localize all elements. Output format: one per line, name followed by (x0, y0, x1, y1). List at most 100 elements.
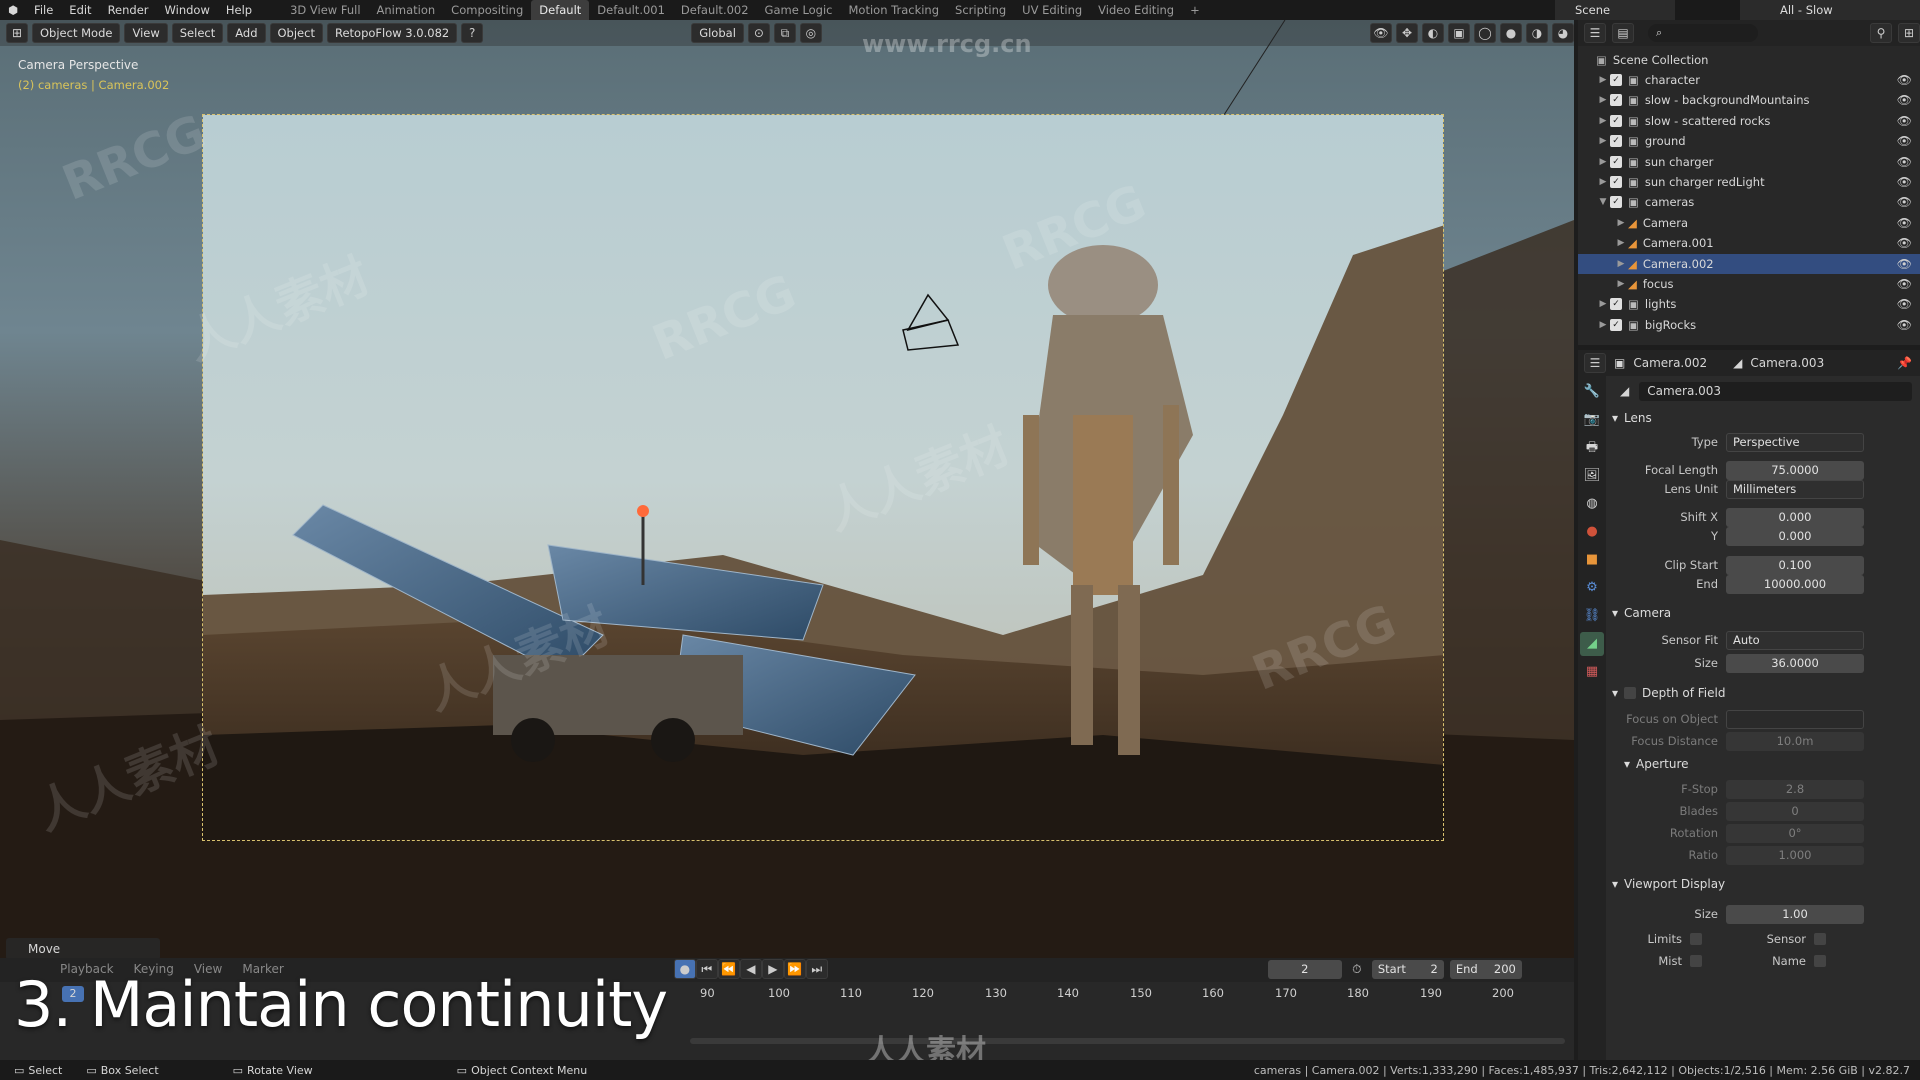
lens-panel-header[interactable]: ▾ Lens (1606, 406, 1920, 430)
mist-checkbox[interactable] (1690, 955, 1702, 967)
visibility-eye-icon[interactable]: 👁 (1897, 134, 1912, 148)
tab-default-001[interactable]: Default.001 (589, 0, 673, 20)
name-checkbox[interactable] (1814, 955, 1826, 967)
clip-end-field[interactable]: 10000.000 (1726, 574, 1864, 594)
visibility-eye-icon[interactable]: 👁 (1897, 93, 1912, 107)
visibility-eye-icon[interactable]: 👁 (1897, 73, 1912, 87)
chevron-right-icon[interactable]: ▶ (1596, 299, 1610, 309)
tab-uv-editing[interactable]: UV Editing (1014, 0, 1090, 20)
menu-render[interactable]: Render (100, 3, 157, 17)
exclude-checkbox[interactable]: ✓ (1610, 176, 1622, 188)
chevron-right-icon[interactable]: ▶ (1614, 218, 1628, 228)
visibility-eye-icon[interactable]: 👁 (1897, 195, 1912, 209)
sensor-checkbox[interactable] (1814, 933, 1826, 945)
timeline-scrollbar[interactable] (690, 1038, 1565, 1044)
outliner-row[interactable]: ▶ ◢ Camera 👁 (1578, 213, 1920, 233)
record-icon[interactable]: ● (673, 959, 696, 979)
exclude-checkbox[interactable]: ✓ (1610, 155, 1622, 168)
rotation-field[interactable]: 0° (1726, 823, 1864, 843)
breadcrumb-object[interactable]: Camera.002 (1633, 356, 1707, 370)
dof-panel-header[interactable]: ▾ Depth of Field (1606, 681, 1920, 705)
current-frame-field[interactable]: 2 (1267, 959, 1342, 979)
exclude-checkbox[interactable]: ✓ (1610, 114, 1622, 127)
visibility-eye-icon[interactable]: 👁 (1897, 236, 1912, 250)
visibility-eye-icon[interactable]: 👁 (1897, 297, 1912, 311)
exclude-checkbox[interactable]: ✓ (1610, 74, 1622, 86)
chevron-right-icon[interactable]: ▶ (1596, 320, 1610, 330)
tab-compositing[interactable]: Compositing (443, 0, 531, 20)
ratio-field[interactable]: 1.000 (1726, 845, 1864, 865)
render-tab-icon[interactable]: 📷 (1580, 408, 1604, 432)
properties-editor-icon[interactable]: ☰ (1584, 353, 1606, 373)
tab-game-logic[interactable]: Game Logic (757, 0, 841, 20)
output-tab-icon[interactable]: 🖶 (1580, 436, 1604, 460)
chevron-right-icon[interactable]: ▶ (1614, 259, 1628, 269)
dof-checkbox[interactable] (1624, 687, 1637, 699)
outliner-row[interactable]: ▶ ◢ Camera.002 👁 (1578, 253, 1920, 274)
visibility-eye-icon[interactable]: 👁 (1897, 318, 1912, 332)
jump-end-icon[interactable]: ⏭ (805, 959, 828, 979)
outliner-row[interactable]: ▶ ✓ ▣ sun charger redLight 👁 (1578, 172, 1920, 192)
exclude-checkbox[interactable]: ✓ (1610, 298, 1622, 311)
menu-file[interactable]: File (26, 3, 61, 17)
exclude-checkbox[interactable]: ✓ (1610, 135, 1622, 148)
tab-default-002[interactable]: Default.002 (673, 0, 757, 20)
menu-help[interactable]: Help (218, 3, 260, 17)
visibility-eye-icon[interactable]: 👁 (1897, 257, 1912, 271)
outliner-row[interactable]: ▼ ✓ ▣ cameras 👁 (1578, 192, 1920, 212)
modifier-tab-icon[interactable]: ⚙ (1580, 576, 1604, 600)
chevron-right-icon[interactable]: ▶ (1596, 95, 1610, 105)
camera-panel-header[interactable]: ▾ Camera (1606, 601, 1920, 625)
tab-3d-view-full[interactable]: 3D View Full (282, 0, 368, 20)
shift-x-field[interactable]: 0.000 (1726, 507, 1864, 527)
focus-object-field[interactable] (1726, 709, 1864, 729)
exclude-checkbox[interactable]: ✓ (1610, 196, 1622, 209)
scene-collection-row[interactable]: ▣ Scene Collection (1578, 50, 1920, 70)
outliner-row[interactable]: ▶ ✓ ▣ bigRocks 👁 (1578, 315, 1920, 335)
fstop-field[interactable]: 2.8 (1726, 779, 1864, 799)
outliner-row[interactable]: ▶ ✓ ▣ lights 👁 (1578, 294, 1920, 314)
pin-icon[interactable]: 📌 (1897, 356, 1912, 370)
scene-selector[interactable]: Scene (1555, 0, 1675, 20)
lens-unit-dropdown[interactable]: Millimeters (1726, 479, 1864, 499)
play-reverse-icon[interactable]: ◀ (739, 959, 762, 979)
view-layer-selector[interactable]: All - Slow (1740, 0, 1920, 20)
visibility-eye-icon[interactable]: 👁 (1897, 216, 1912, 230)
viewport-display-panel-header[interactable]: ▾ Viewport Display (1606, 872, 1920, 896)
focal-length-field[interactable]: 75.0000 (1726, 460, 1864, 480)
outliner-row[interactable]: ▶ ✓ ▣ character 👁 (1578, 70, 1920, 90)
chevron-right-icon[interactable]: ▶ (1596, 116, 1610, 126)
last-operator-panel[interactable]: Move (6, 938, 160, 960)
visibility-eye-icon[interactable]: 👁 (1897, 175, 1912, 189)
chevron-right-icon[interactable]: ▶ (1614, 279, 1628, 289)
chevron-down-icon[interactable]: ▼ (1596, 197, 1610, 207)
3d-viewport[interactable]: ⊞ Object Mode View Select Add Object Ret… (0, 20, 1574, 1060)
sensor-fit-dropdown[interactable]: Auto (1726, 630, 1864, 650)
new-collection-icon[interactable]: ⊞ (1898, 23, 1920, 43)
menu-window[interactable]: Window (157, 3, 218, 17)
object-tab-icon[interactable]: ■ (1580, 548, 1604, 572)
view-layer-tab-icon[interactable]: 🖼 (1580, 464, 1604, 488)
next-key-icon[interactable]: ⏩ (783, 959, 806, 979)
clip-start-field[interactable]: 0.100 (1726, 555, 1864, 575)
breadcrumb-data[interactable]: Camera.003 (1750, 356, 1824, 370)
properties-editor[interactable]: ☰ ▣ Camera.002 ◢ Camera.003 📌 🔧 📷 🖶 🖼 ◍ … (1578, 350, 1920, 1060)
chevron-right-icon[interactable]: ▶ (1596, 75, 1610, 85)
visibility-eye-icon[interactable]: 👁 (1897, 114, 1912, 128)
scene-tab-icon[interactable]: ◍ (1580, 492, 1604, 516)
blades-field[interactable]: 0 (1726, 801, 1864, 821)
chevron-right-icon[interactable]: ▶ (1596, 136, 1610, 146)
lens-type-dropdown[interactable]: Perspective (1726, 432, 1864, 452)
chevron-right-icon[interactable]: ▶ (1614, 238, 1628, 248)
chevron-right-icon[interactable]: ▶ (1596, 157, 1610, 167)
start-frame-field[interactable]: Start 2 (1371, 959, 1444, 979)
outliner-row[interactable]: ▶ ◢ Camera.001 👁 (1578, 233, 1920, 253)
outliner-search-input[interactable]: ⌕ (1648, 24, 1758, 42)
menu-edit[interactable]: Edit (61, 3, 99, 17)
play-icon[interactable]: ▶ (761, 959, 784, 979)
sensor-size-field[interactable]: 36.0000 (1726, 653, 1864, 673)
exclude-checkbox[interactable]: ✓ (1610, 318, 1622, 331)
outliner[interactable]: ☰ ▤ ⌕ ⚲ ⊞ ▣ Scene Collection ▶ ✓ ▣ characte… (1578, 20, 1920, 345)
constraint-tab-icon[interactable]: ⛓ (1580, 604, 1604, 628)
display-size-field[interactable]: 1.00 (1726, 904, 1864, 924)
